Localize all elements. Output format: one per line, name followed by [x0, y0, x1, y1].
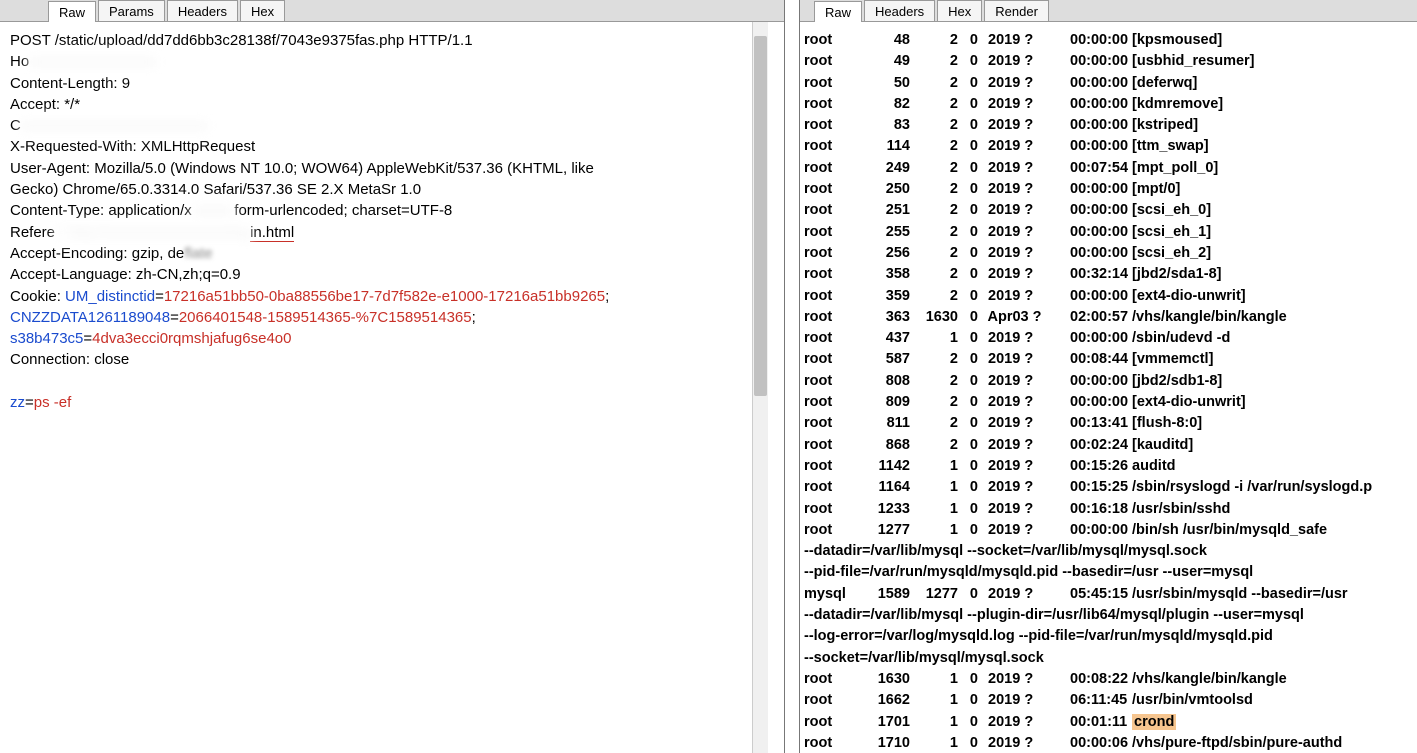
right-tabs: Raw Headers Hex Render	[800, 0, 1417, 22]
process-row-wrap: --log-error=/var/log/mysqld.log --pid-fi…	[804, 626, 1413, 647]
process-row: root80820 2019 ?00:00:00 [jbd2/sdb1-8]	[804, 371, 1413, 392]
process-row: root4920 2019 ?00:00:00 [usbhid_resumer]	[804, 51, 1413, 72]
process-row: root8220 2019 ?00:00:00 [kdmremove]	[804, 94, 1413, 115]
process-row: root25120 2019 ?00:00:00 [scsi_eh_0]	[804, 200, 1413, 221]
cookie-header-line2: CNZZDATA1261189048=2066401548-1589514365…	[10, 307, 754, 328]
process-row-wrap: --datadir=/var/lib/mysql --plugin-dir=/u…	[804, 605, 1413, 626]
process-row: root5020 2019 ?00:00:00 [deferwq]	[804, 73, 1413, 94]
accept-header: Accept: */*	[10, 94, 754, 115]
tab-headers-right[interactable]: Headers	[864, 0, 935, 21]
process-row: root8320 2019 ?00:00:00 [kstriped]	[804, 115, 1413, 136]
user-agent-header: User-Agent: Mozilla/5.0 (Windows NT 10.0…	[10, 158, 754, 179]
accept-language-header: Accept-Language: zh-CN,zh;q=0.9	[10, 264, 754, 285]
process-row: root25520 2019 ?00:00:00 [scsi_eh_1]	[804, 222, 1413, 243]
process-row: root171010 2019 ?00:00:06 /vhs/pure-ftpd…	[804, 733, 1413, 753]
process-row: root170110 2019 ?00:01:11 crond	[804, 712, 1413, 733]
process-row-wrap: --pid-file=/var/run/mysqld/mysqld.pid --…	[804, 562, 1413, 583]
process-row: root58720 2019 ?00:08:44 [vmmemctl]	[804, 349, 1413, 370]
process-row: root4820 2019 ?00:00:00 [kpsmoused]	[804, 30, 1413, 51]
process-row: root123310 2019 ?00:16:18 /usr/sbin/sshd	[804, 499, 1413, 520]
tab-raw-left[interactable]: Raw	[48, 1, 96, 22]
process-row: root11420 2019 ?00:00:00 [ttm_swap]	[804, 136, 1413, 157]
request-body: zz=ps -ef	[10, 392, 754, 413]
tab-hex-left[interactable]: Hex	[240, 0, 285, 21]
process-row: root36316300 Apr03 ?02:00:57 /vhs/kangle…	[804, 307, 1413, 328]
host-header: Hoxxxxxxxxxxxxxxxxx	[10, 51, 754, 72]
referer-header: Referer: http://xxxxxxxxxxxxxxxx/login.h…	[10, 222, 754, 243]
tab-params[interactable]: Params	[98, 0, 165, 21]
left-tabs: Raw Params Headers Hex	[0, 0, 784, 22]
process-row-wrap: --socket=/var/lib/mysql/mysql.sock	[804, 648, 1413, 669]
process-row: root25020 2019 ?00:00:00 [mpt/0]	[804, 179, 1413, 200]
process-row: root43710 2019 ?00:00:00 /sbin/udevd -d	[804, 328, 1413, 349]
process-row: root25620 2019 ?00:00:00 [scsi_eh_2]	[804, 243, 1413, 264]
cookie-header-line1: Cookie: UM_distinctid=17216a51bb50-0ba88…	[10, 286, 754, 307]
tab-raw-right[interactable]: Raw	[814, 1, 862, 22]
process-row: mysql158912770 2019 ?05:45:15 /usr/sbin/…	[804, 584, 1413, 605]
content-type-header: Content-Type: application/x-www-form-url…	[10, 200, 754, 221]
process-row: root166210 2019 ?06:11:45 /usr/bin/vmtoo…	[804, 690, 1413, 711]
process-row: root86820 2019 ?00:02:24 [kauditd]	[804, 435, 1413, 456]
response-raw-content[interactable]: root4820 2019 ?00:00:00 [kpsmoused]root4…	[800, 22, 1417, 753]
request-raw-content[interactable]: POST /static/upload/dd7dd6bb3c28138f/704…	[0, 22, 784, 753]
content-length-header: Content-Length: 9	[10, 73, 754, 94]
tab-hex-right[interactable]: Hex	[937, 0, 982, 21]
redacted-header: Cxxxxxxxxxxxxxxxxxxxxxxxxx	[10, 115, 754, 136]
x-requested-with-header: X-Requested-With: XMLHttpRequest	[10, 136, 754, 157]
connection-header: Connection: close	[10, 349, 754, 370]
cookie-header-line3: s38b473c5=4dva3ecci0rqmshjafug6se4o0	[10, 328, 754, 349]
request-panel: Raw Params Headers Hex POST /static/uplo…	[0, 0, 785, 753]
process-row: root116410 2019 ?00:15:25 /sbin/rsyslogd…	[804, 477, 1413, 498]
process-row: root114210 2019 ?00:15:26 auditd	[804, 456, 1413, 477]
tab-headers-left[interactable]: Headers	[167, 0, 238, 21]
process-row: root80920 2019 ?00:00:00 [ext4-dio-unwri…	[804, 392, 1413, 413]
process-row: root35920 2019 ?00:00:00 [ext4-dio-unwri…	[804, 286, 1413, 307]
process-row: root24920 2019 ?00:07:54 [mpt_poll_0]	[804, 158, 1413, 179]
process-row: root163010 2019 ?00:08:22 /vhs/kangle/bi…	[804, 669, 1413, 690]
tab-render[interactable]: Render	[984, 0, 1049, 21]
request-line: POST /static/upload/dd7dd6bb3c28138f/704…	[10, 30, 754, 51]
process-row-wrap: --datadir=/var/lib/mysql --socket=/var/l…	[804, 541, 1413, 562]
process-row: root127710 2019 ?00:00:00 /bin/sh /usr/b…	[804, 520, 1413, 541]
process-row: root81120 2019 ?00:13:41 [flush-8:0]	[804, 413, 1413, 434]
accept-encoding-header: Accept-Encoding: gzip, deflate	[10, 243, 754, 264]
user-agent-header-cont: Gecko) Chrome/65.0.3314.0 Safari/537.36 …	[10, 179, 754, 200]
response-panel: Raw Headers Hex Render root4820 2019 ?00…	[799, 0, 1417, 753]
process-row: root35820 2019 ?00:32:14 [jbd2/sda1-8]	[804, 264, 1413, 285]
